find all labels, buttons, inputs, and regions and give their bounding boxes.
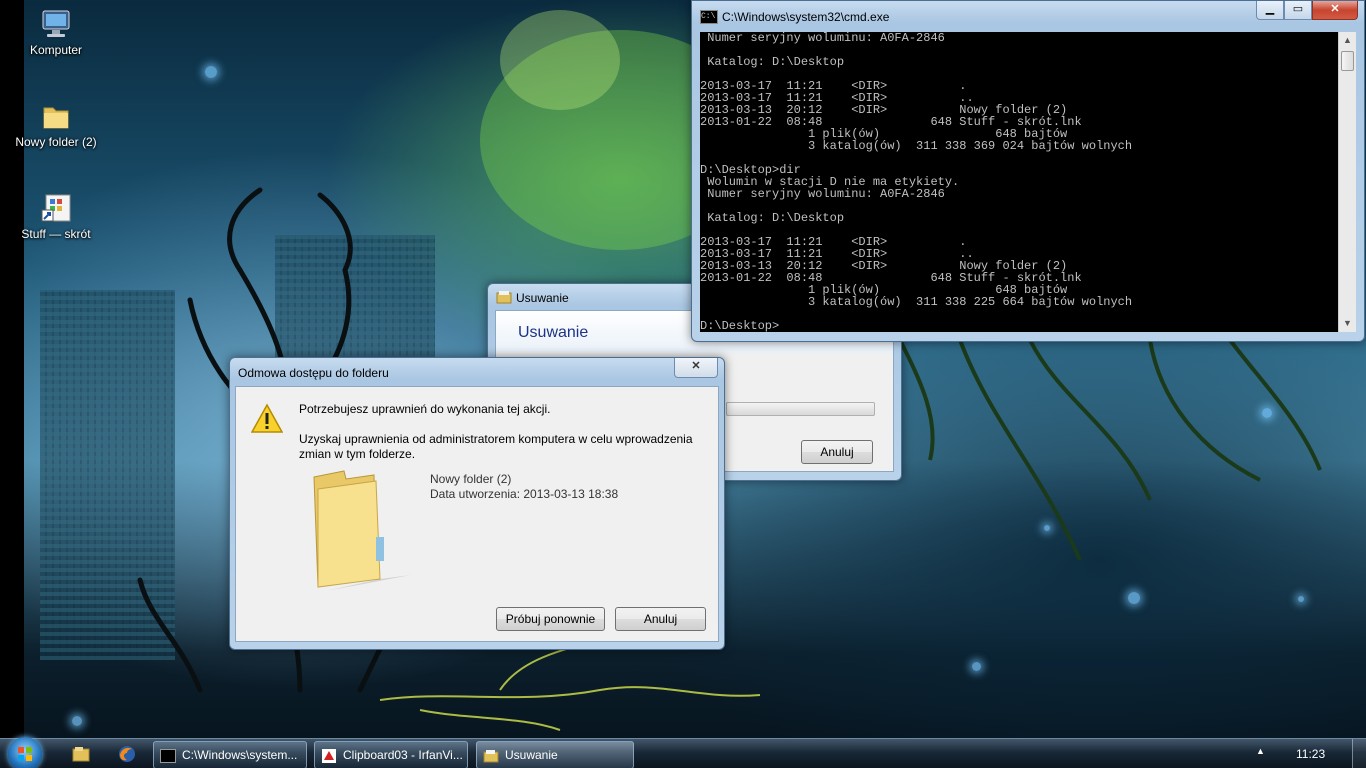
taskbar-item-label: Usuwanie <box>505 748 558 762</box>
access-dialog-body: Potrzebujesz uprawnień do wykonania tej … <box>235 386 719 642</box>
progress-bar <box>726 402 875 416</box>
cmd-icon: C:\ <box>700 10 718 24</box>
taskbar-item-cmd[interactable]: C:\Windows\system... <box>153 741 307 768</box>
folder-name: Nowy folder (2) <box>430 472 512 486</box>
quicklaunch-firefox-icon[interactable] <box>118 745 136 763</box>
console-line: 3 katalog(ów) 311 338 225 664 bajtów wol… <box>700 295 1133 309</box>
taskbar-item-usuwanie[interactable]: Usuwanie <box>476 741 634 768</box>
access-denied-window[interactable]: Odmowa dostępu do folderu ✕ Potrzebujesz… <box>229 357 725 650</box>
console-line: D:\Desktop> <box>700 319 780 332</box>
desktop: Komputer Nowy folder (2) Stuff — skrót U… <box>0 0 1366 768</box>
scroll-up-arrow-icon[interactable]: ▲ <box>1339 32 1356 49</box>
minimize-button[interactable]: ▁ <box>1256 1 1284 20</box>
taskbar-item-label: C:\Windows\system... <box>182 748 298 762</box>
cmd-console-output[interactable]: Numer seryjny woluminu: A0FA-2846 Katalo… <box>700 32 1338 332</box>
wallpaper-sparkle <box>72 716 82 726</box>
irfanview-icon <box>321 747 337 763</box>
maximize-icon: ▭ <box>1292 3 1304 15</box>
access-dialog-detail-line1: Uzyskaj uprawnienia od administratorem k… <box>299 432 693 446</box>
close-icon: ✕ <box>1330 3 1340 15</box>
window-title: Odmowa dostępu do folderu <box>238 366 389 380</box>
scrollbar-thumb[interactable] <box>1341 51 1354 71</box>
wallpaper-sparkle <box>1044 525 1050 531</box>
window-title: C:\Windows\system32\cmd.exe <box>722 10 890 24</box>
console-line: Numer seryjny woluminu: A0FA-2846 <box>700 32 945 45</box>
window-caption-buttons: ▁ ▭ ✕ <box>1256 1 1358 20</box>
access-dialog-detail-line2: zmian w tym folderze. <box>299 447 416 461</box>
wallpaper-sparkle <box>205 66 217 78</box>
large-folder-icon <box>306 467 416 592</box>
console-line: Katalog: D:\Desktop <box>700 55 845 69</box>
windows-logo-icon <box>18 747 32 761</box>
window-title: Usuwanie <box>516 291 569 305</box>
maximize-button[interactable]: ▭ <box>1284 1 1312 20</box>
computer-icon <box>40 8 72 40</box>
explorer-folder-icon <box>483 747 499 763</box>
cmd-icon <box>160 749 176 763</box>
wallpaper-sparkle <box>1128 592 1140 604</box>
close-button[interactable]: ✕ <box>1312 1 1358 20</box>
wallpaper-sparkle <box>972 662 981 671</box>
tray-expand-arrow-icon[interactable]: ▲ <box>1256 746 1265 756</box>
clock[interactable]: 11:23 <box>1296 747 1325 761</box>
console-line: Katalog: D:\Desktop <box>700 211 845 225</box>
delete-dialog-heading: Usuwanie <box>518 324 589 341</box>
taskbar: C:\Windows\system... Clipboard03 - Irfan… <box>0 737 1366 768</box>
close-icon: ✕ <box>691 360 701 372</box>
folder-date: Data utworzenia: 2013-03-13 18:38 <box>430 487 619 501</box>
desktop-icon-label: Stuff — skrót <box>21 227 91 241</box>
cancel-button[interactable]: Anuluj <box>801 440 873 464</box>
retry-button[interactable]: Próbuj ponownie <box>496 607 605 631</box>
console-line: 3 katalog(ów) 311 338 369 024 bajtów wol… <box>700 139 1133 153</box>
show-desktop-button[interactable] <box>1352 739 1366 768</box>
wallpaper-sparkle <box>1262 408 1272 418</box>
shortcut-icon <box>40 192 72 224</box>
desktop-icon-stuff-shortcut[interactable]: Stuff — skrót <box>15 192 97 241</box>
close-button[interactable]: ✕ <box>674 358 718 378</box>
access-dialog-message: Potrzebujesz uprawnień do wykonania tej … <box>299 402 551 416</box>
console-line: Numer seryjny woluminu: A0FA-2846 <box>700 187 945 201</box>
warning-icon <box>250 403 284 435</box>
desktop-icon-label: Nowy folder (2) <box>15 135 97 149</box>
taskbar-item-label: Clipboard03 - IrfanVi... <box>343 748 463 762</box>
cancel-button[interactable]: Anuluj <box>615 607 706 631</box>
desktop-icon-label: Komputer <box>29 43 83 57</box>
vertical-scrollbar[interactable]: ▲ ▼ <box>1338 32 1356 332</box>
folder-icon <box>40 100 72 132</box>
desktop-icon-nowy-folder[interactable]: Nowy folder (2) <box>15 100 97 149</box>
desktop-icon-komputer[interactable]: Komputer <box>15 8 97 57</box>
window-icon <box>496 290 512 304</box>
scroll-down-arrow-icon[interactable]: ▼ <box>1339 315 1356 332</box>
taskbar-item-irfanview[interactable]: Clipboard03 - IrfanVi... <box>314 741 468 768</box>
cmd-window[interactable]: C:\ C:\Windows\system32\cmd.exe ▁ ▭ ✕ Nu… <box>691 0 1365 342</box>
wallpaper-sparkle <box>1298 596 1304 602</box>
quicklaunch-explorer-icon[interactable] <box>72 746 90 762</box>
start-button[interactable] <box>8 737 42 768</box>
minimize-icon: ▁ <box>1265 3 1275 15</box>
